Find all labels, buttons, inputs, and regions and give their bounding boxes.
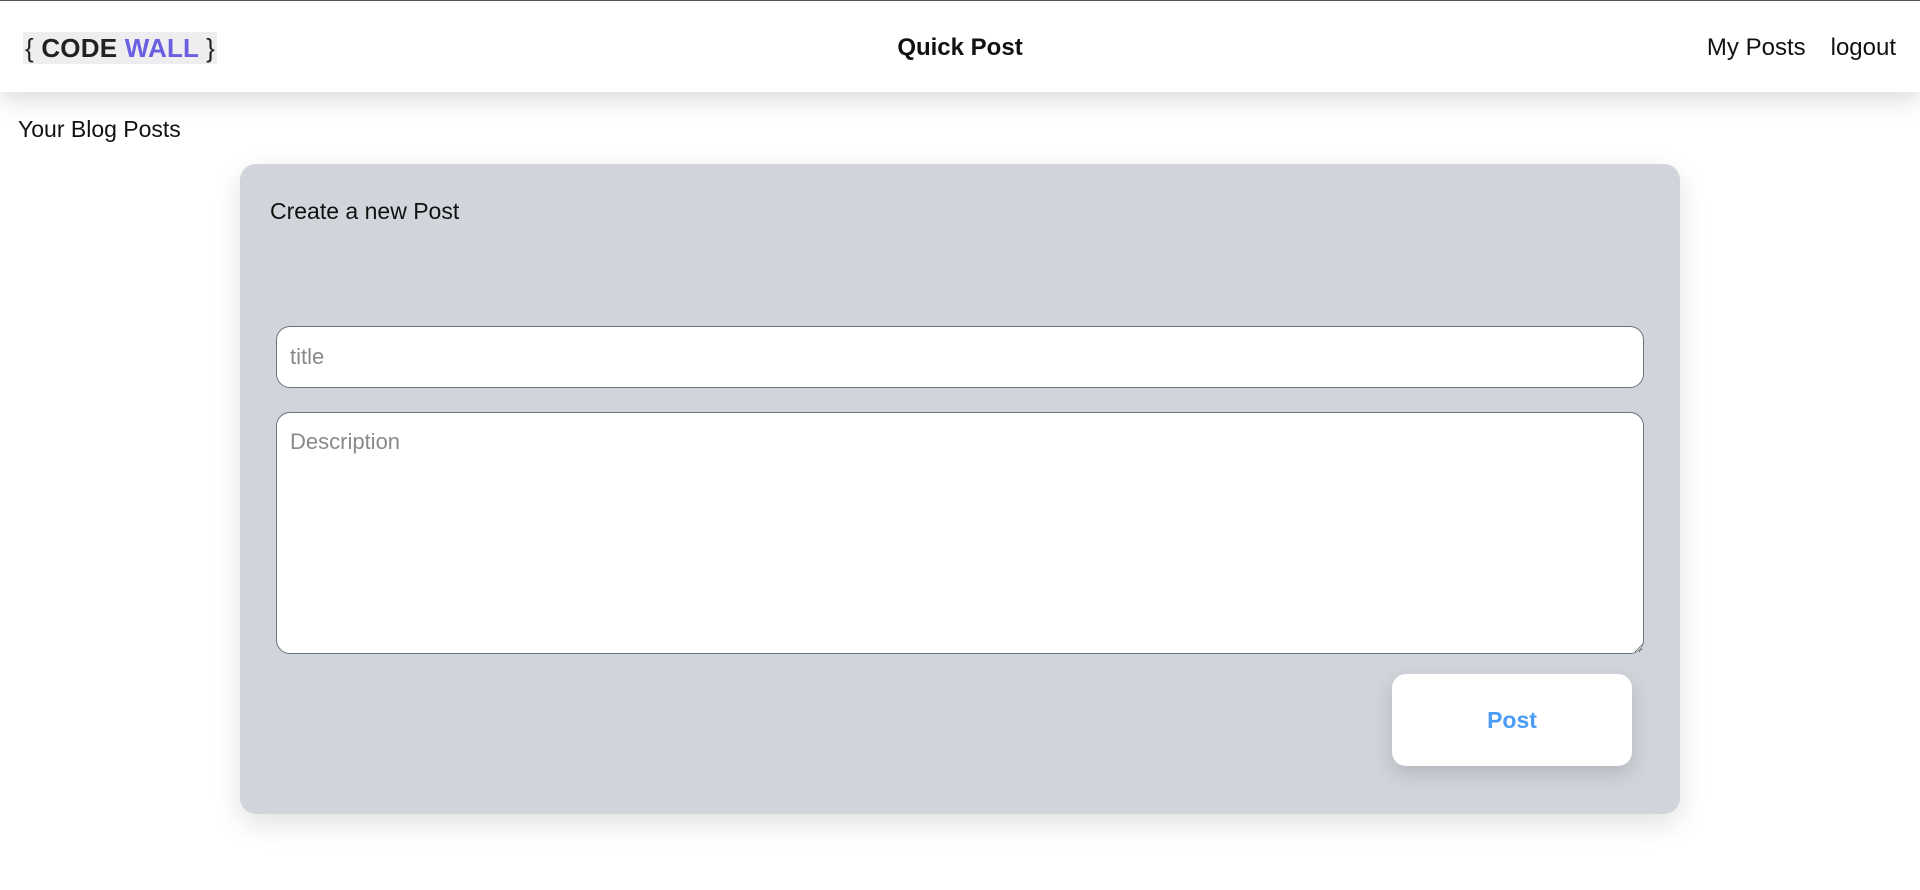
logo-code-text: CODE [41, 33, 118, 63]
title-input[interactable] [276, 326, 1644, 388]
description-textarea[interactable] [276, 412, 1644, 654]
code-wall-logo[interactable]: { CODE WALL } [23, 32, 217, 64]
section-heading: Your Blog Posts [18, 116, 181, 142]
top-navbar: { CODE WALL } Quick Post My Posts logout [0, 0, 1920, 92]
create-post-card: Create a new Post Post [240, 164, 1680, 814]
create-post-heading: Create a new Post [270, 198, 460, 224]
logo-wall-text: WALL [124, 33, 199, 63]
post-button[interactable]: Post [1392, 674, 1632, 766]
logo-open-brace: { [25, 33, 34, 63]
nav-links: My Posts logout [1707, 34, 1896, 62]
logout-link[interactable]: logout [1831, 34, 1896, 62]
app-title-container: Quick Post [0, 34, 1920, 62]
logo-close-brace: } [206, 33, 215, 63]
my-posts-link[interactable]: My Posts [1707, 34, 1806, 62]
app-title: Quick Post [897, 34, 1023, 61]
